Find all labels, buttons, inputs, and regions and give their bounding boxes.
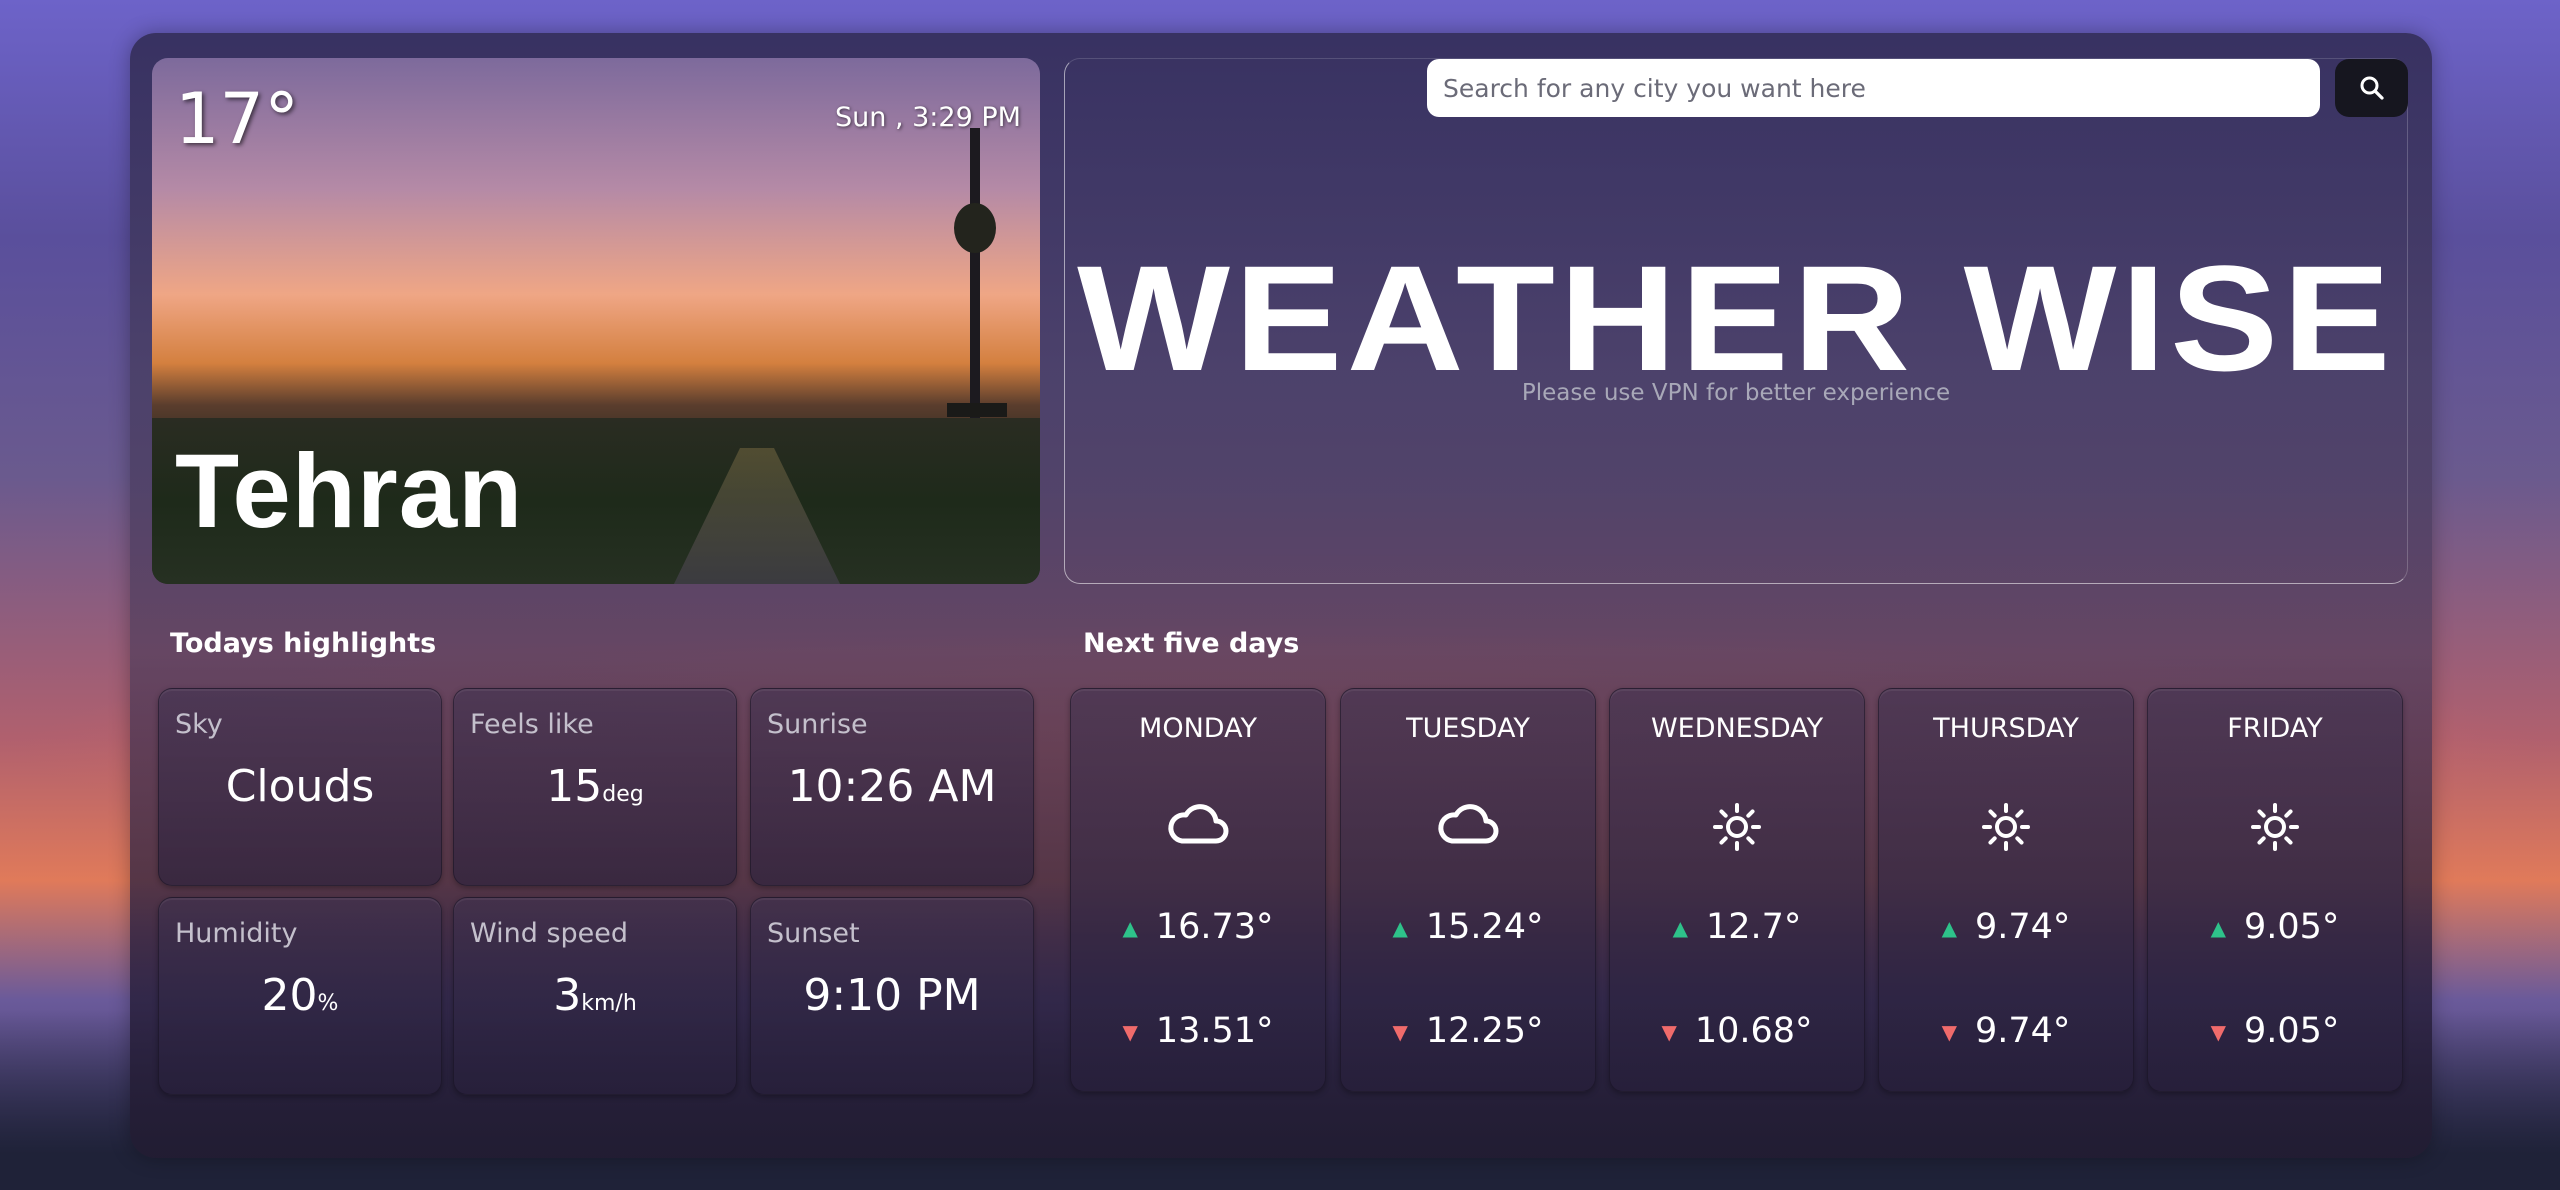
weather-icon — [1610, 797, 1864, 857]
cloud-icon — [1168, 804, 1229, 844]
highlight-value: 10:26 AM — [751, 761, 1033, 812]
app-subtitle: Please use VPN for better experience — [1521, 380, 1951, 406]
highlight-value-number: 3 — [553, 970, 582, 1021]
highlight-unit: deg — [602, 782, 644, 807]
low-temp-value: 9.74° — [1974, 1011, 2071, 1051]
low-temp: ▼ 9.74° — [1879, 1011, 2133, 1051]
forecast-day-card: TUESDAY ▲ 15.24° ▼ 12.25° — [1340, 688, 1596, 1092]
high-temp-value: 9.74° — [1974, 907, 2071, 947]
highlight-value-number: Clouds — [225, 761, 375, 812]
highlight-label: Wind speed — [470, 918, 629, 949]
forecast-day-card: MONDAY ▲ 16.73° ▼ 13.51° — [1070, 688, 1326, 1092]
sun-icon — [1982, 803, 2030, 851]
arrow-up-icon: ▲ — [1392, 916, 1408, 940]
low-temp: ▼ 12.25° — [1341, 1011, 1595, 1051]
highlight-card-sunrise: Sunrise 10:26 AM — [750, 688, 1034, 886]
milad-tower-head — [954, 203, 996, 253]
high-temp-value: 12.7° — [1705, 907, 1802, 947]
city-search-input[interactable] — [1427, 59, 2320, 117]
current-datetime: Sun , 3:29 PM — [835, 102, 1021, 133]
highlight-value-number: 15 — [546, 761, 603, 812]
low-temp: ▼ 9.05° — [2148, 1011, 2402, 1051]
forecast-heading: Next five days — [1083, 628, 1300, 659]
day-name: MONDAY — [1139, 713, 1257, 744]
highlight-unit: km/h — [581, 991, 637, 1016]
high-temp: ▲ 9.05° — [2148, 907, 2402, 947]
day-name: TUESDAY — [1406, 713, 1530, 744]
highlight-value-number: 9:10 PM — [803, 970, 981, 1021]
highlight-label: Sunset — [767, 918, 860, 949]
arrow-down-icon: ▼ — [1941, 1020, 1957, 1044]
highlight-label: Humidity — [175, 918, 298, 949]
highlight-card-sunset: Sunset 9:10 PM — [750, 897, 1034, 1095]
arrow-down-icon: ▼ — [1661, 1020, 1677, 1044]
high-temp: ▲ 9.74° — [1879, 907, 2133, 947]
low-temp-value: 9.05° — [2243, 1011, 2340, 1051]
sun-icon — [2251, 803, 2299, 851]
high-temp: ▲ 12.7° — [1610, 907, 1864, 947]
weather-icon — [1341, 797, 1595, 847]
day-name: FRIDAY — [2227, 713, 2323, 744]
highlight-label: Sky — [175, 709, 223, 740]
arrow-up-icon: ▲ — [1122, 916, 1138, 940]
high-temp-value: 9.05° — [2243, 907, 2340, 947]
search-button[interactable] — [2335, 59, 2408, 117]
arrow-up-icon: ▲ — [1672, 916, 1688, 940]
highlight-label: Sunrise — [767, 709, 868, 740]
highlight-label: Feels like — [470, 709, 594, 740]
current-temperature: 17° — [175, 78, 300, 160]
milad-tower-base — [947, 403, 1007, 417]
high-temp: ▲ 15.24° — [1341, 907, 1595, 947]
low-temp: ▼ 13.51° — [1071, 1011, 1325, 1051]
weather-icon — [1879, 797, 2133, 857]
highlight-value: Clouds — [159, 761, 441, 812]
cloud-icon — [1438, 804, 1499, 844]
low-temp: ▼ 10.68° — [1610, 1011, 1864, 1051]
arrow-down-icon: ▼ — [2210, 1020, 2226, 1044]
highlight-card-wind-speed: Wind speed 3km/h — [453, 897, 737, 1095]
highlights-heading: Todays highlights — [170, 628, 437, 659]
highlight-value: 20% — [159, 970, 441, 1021]
low-temp-value: 12.25° — [1425, 1011, 1544, 1051]
forecast-day-card: THURSDAY ▲ 9.74° ▼ 9.74° — [1878, 688, 2134, 1092]
low-temp-value: 10.68° — [1694, 1011, 1813, 1051]
highlight-value: 3km/h — [454, 970, 736, 1021]
highlight-card-feels-like: Feels like 15deg — [453, 688, 737, 886]
arrow-up-icon: ▲ — [1941, 916, 1957, 940]
milad-tower — [970, 128, 980, 418]
high-temp: ▲ 16.73° — [1071, 907, 1325, 947]
highlight-value-number: 10:26 AM — [787, 761, 997, 812]
high-temp-value: 15.24° — [1425, 907, 1544, 947]
forecast-day-card: WEDNESDAY ▲ 12.7° ▼ 10.68° — [1609, 688, 1865, 1092]
arrow-down-icon: ▼ — [1122, 1020, 1138, 1044]
highlight-unit: % — [317, 991, 339, 1016]
high-temp-value: 16.73° — [1155, 907, 1274, 947]
highlight-value: 15deg — [454, 761, 736, 812]
search-icon — [2360, 76, 2384, 100]
weather-icon — [2148, 797, 2402, 857]
day-name: WEDNESDAY — [1650, 713, 1824, 744]
weather-icon — [1071, 797, 1325, 847]
highlight-card-humidity: Humidity 20% — [158, 897, 442, 1095]
highlight-value-number: 20 — [261, 970, 318, 1021]
city-name: Tehran — [175, 433, 524, 550]
highlight-card-sky: Sky Clouds — [158, 688, 442, 886]
low-temp-value: 13.51° — [1155, 1011, 1274, 1051]
highlight-value: 9:10 PM — [751, 970, 1033, 1021]
sun-icon — [1713, 803, 1761, 851]
forecast-day-card: FRIDAY ▲ 9.05° ▼ 9.05° — [2147, 688, 2403, 1092]
arrow-up-icon: ▲ — [2210, 916, 2226, 940]
arrow-down-icon: ▼ — [1392, 1020, 1408, 1044]
day-name: THURSDAY — [1933, 713, 2079, 744]
